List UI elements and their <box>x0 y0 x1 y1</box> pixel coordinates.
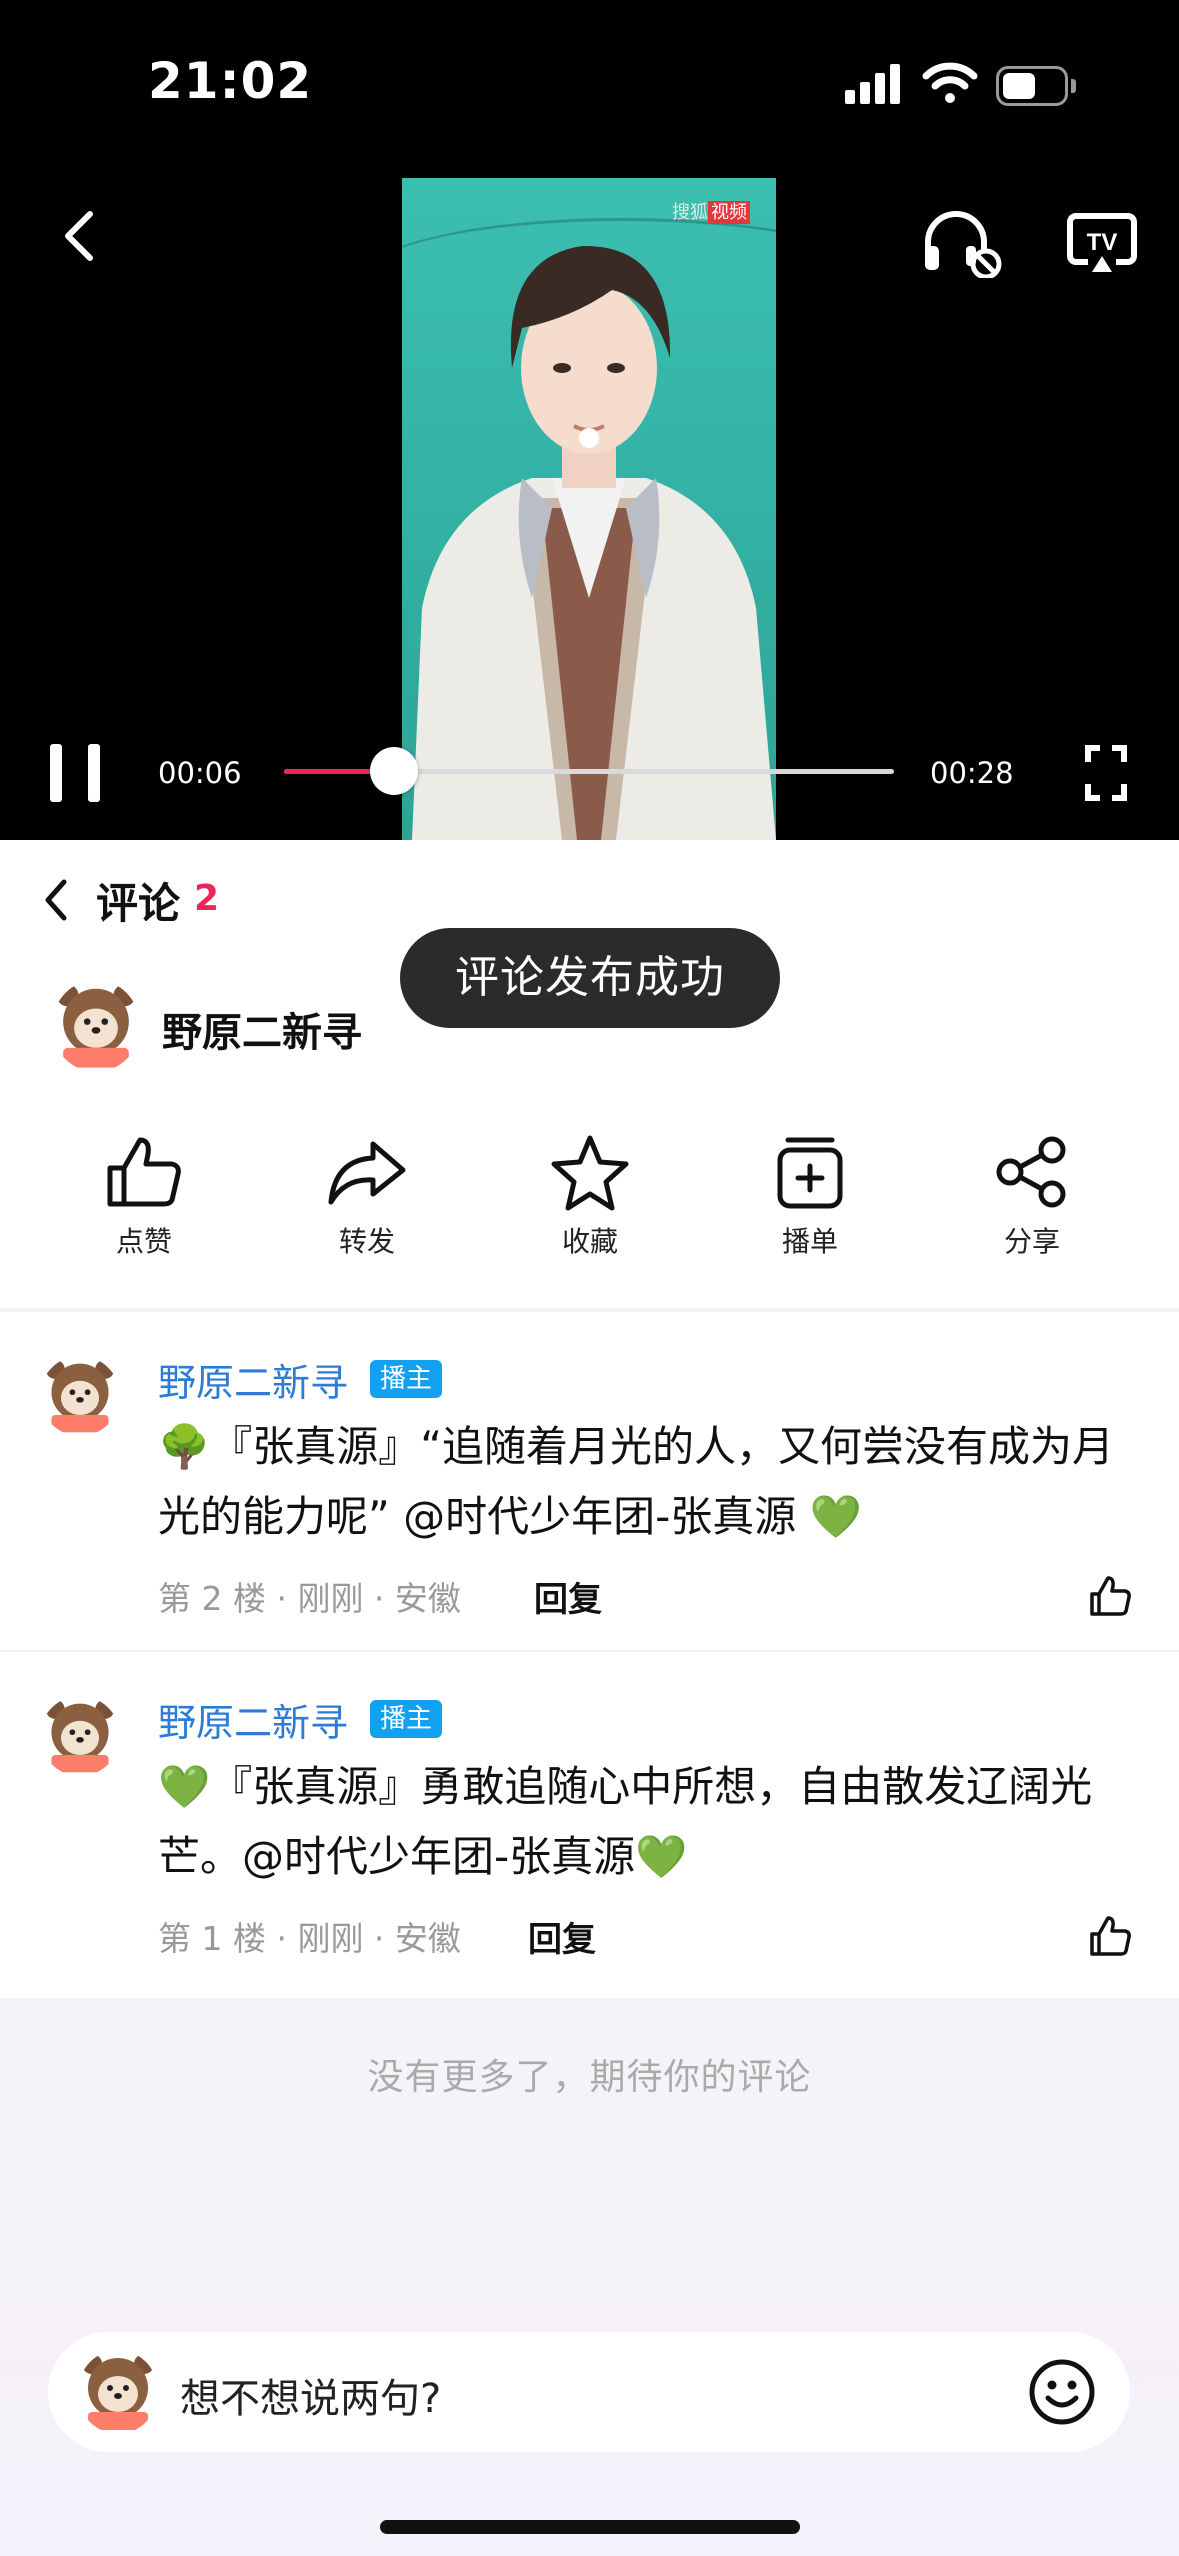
comment-meta: 第 1 楼 · 刚刚 · 安徽 <box>158 1919 461 1958</box>
like-label: 点赞 <box>115 1225 172 1258</box>
video-watermark: 搜狐 视频 <box>672 198 750 224</box>
comment-input-placeholder[interactable]: 想不想说两句? <box>180 2366 441 2424</box>
pause-button[interactable] <box>50 744 100 802</box>
fullscreen-icon[interactable] <box>1084 744 1128 802</box>
wifi-icon <box>922 62 978 103</box>
progress-knob[interactable] <box>369 747 418 795</box>
like-action[interactable]: 点赞 <box>64 1130 224 1260</box>
commenter-avatar[interactable] <box>40 1356 120 1436</box>
bear-avatar-icon <box>56 984 136 1068</box>
status-bar: 21:02 <box>0 0 1179 160</box>
comments-count: 2 <box>194 878 220 919</box>
star-icon <box>551 1135 629 1211</box>
my-avatar <box>78 2350 158 2434</box>
tv-cast-icon[interactable]: TV <box>1066 212 1138 276</box>
comments-header: 评论 2 野原二新寻 评论发布成功 点赞 转发 收藏 播单 分享 <box>0 840 1179 1310</box>
comment-text: 💚『张真源』勇敢追随心中所想，自由散发辽阔光芒。@时代少年团-张真源💚 <box>158 1762 1093 1881</box>
video-frame[interactable]: 搜狐 视频 <box>402 178 776 840</box>
share-label: 分享 <box>1003 1225 1060 1258</box>
commenter-name[interactable]: 野原二新寻 <box>158 1352 348 1407</box>
favorite-label: 收藏 <box>561 1225 618 1258</box>
svg-text:TV: TV <box>1087 229 1118 256</box>
forward-arrow-icon <box>328 1141 406 1205</box>
toast-message: 评论发布成功 <box>400 928 780 1028</box>
comment-meta: 第 2 楼 · 刚刚 · 安徽 <box>158 1579 461 1618</box>
action-bar: 点赞 转发 收藏 播单 分享 <box>0 1130 1179 1270</box>
reply-button[interactable]: 回复 <box>528 1912 596 1961</box>
commenter-name[interactable]: 野原二新寻 <box>158 1692 348 1747</box>
favorite-action[interactable]: 收藏 <box>510 1130 670 1260</box>
emoji-icon[interactable] <box>1028 2358 1096 2426</box>
bear-avatar-icon <box>45 1699 115 1773</box>
playlist-add-icon <box>777 1137 843 1209</box>
comment-like-icon[interactable] <box>1088 1914 1132 1958</box>
back-icon[interactable] <box>58 208 98 264</box>
comment-like-icon[interactable] <box>1088 1574 1132 1618</box>
list-footer: 没有更多了，期待你的评论 <box>0 1998 1179 2308</box>
comment-input[interactable]: 想不想说两句? <box>48 2332 1130 2452</box>
home-indicator <box>380 2520 800 2534</box>
video-player[interactable]: 21:02 TV 搜狐 视频 00:06 00:28 <box>0 0 1179 840</box>
comment-item[interactable]: 野原二新寻 播主 💚『张真源』勇敢追随心中所想，自由散发辽阔光芒。@时代少年团-… <box>0 1652 1179 1998</box>
comments-back-icon[interactable] <box>42 878 70 922</box>
playlist-label: 播单 <box>781 1225 838 1258</box>
author-name[interactable]: 野原二新寻 <box>162 1000 362 1058</box>
battery-icon <box>996 66 1076 106</box>
reply-button[interactable]: 回复 <box>534 1572 602 1621</box>
author-avatar[interactable] <box>52 980 140 1072</box>
share-action[interactable]: 分享 <box>952 1130 1112 1260</box>
commenter-avatar[interactable] <box>40 1696 120 1776</box>
share-icon <box>996 1136 1066 1208</box>
bear-avatar-icon <box>45 1359 115 1433</box>
thumbs-up-icon <box>107 1137 181 1207</box>
bear-avatar-icon <box>82 2354 154 2430</box>
no-more-text: 没有更多了，期待你的评论 <box>367 2057 812 2098</box>
cellular-signal-icon <box>845 64 900 104</box>
host-badge: 播主 <box>370 1700 443 1738</box>
progress-bar[interactable] <box>284 747 894 795</box>
forward-action[interactable]: 转发 <box>287 1130 447 1260</box>
playlist-action[interactable]: 播单 <box>730 1130 890 1260</box>
bottom-input-bar: 想不想说两句? <box>0 2308 1179 2556</box>
current-time: 00:06 <box>158 756 242 790</box>
audio-mode-icon[interactable] <box>920 208 1002 278</box>
forward-label: 转发 <box>338 1225 395 1258</box>
host-badge: 播主 <box>370 1360 443 1398</box>
video-person-image <box>412 245 776 840</box>
comments-title: 评论 <box>96 879 181 928</box>
status-time: 21:02 <box>148 52 313 110</box>
comment-text: 🌳『张真源』“追随着月光的人，又何尝没有成为月光的能力呢” @时代少年团-张真源… <box>158 1422 1115 1541</box>
total-time: 00:28 <box>930 756 1014 790</box>
comment-item[interactable]: 野原二新寻 播主 🌳『张真源』“追随着月光的人，又何尝没有成为月光的能力呢” @… <box>0 1312 1179 1652</box>
